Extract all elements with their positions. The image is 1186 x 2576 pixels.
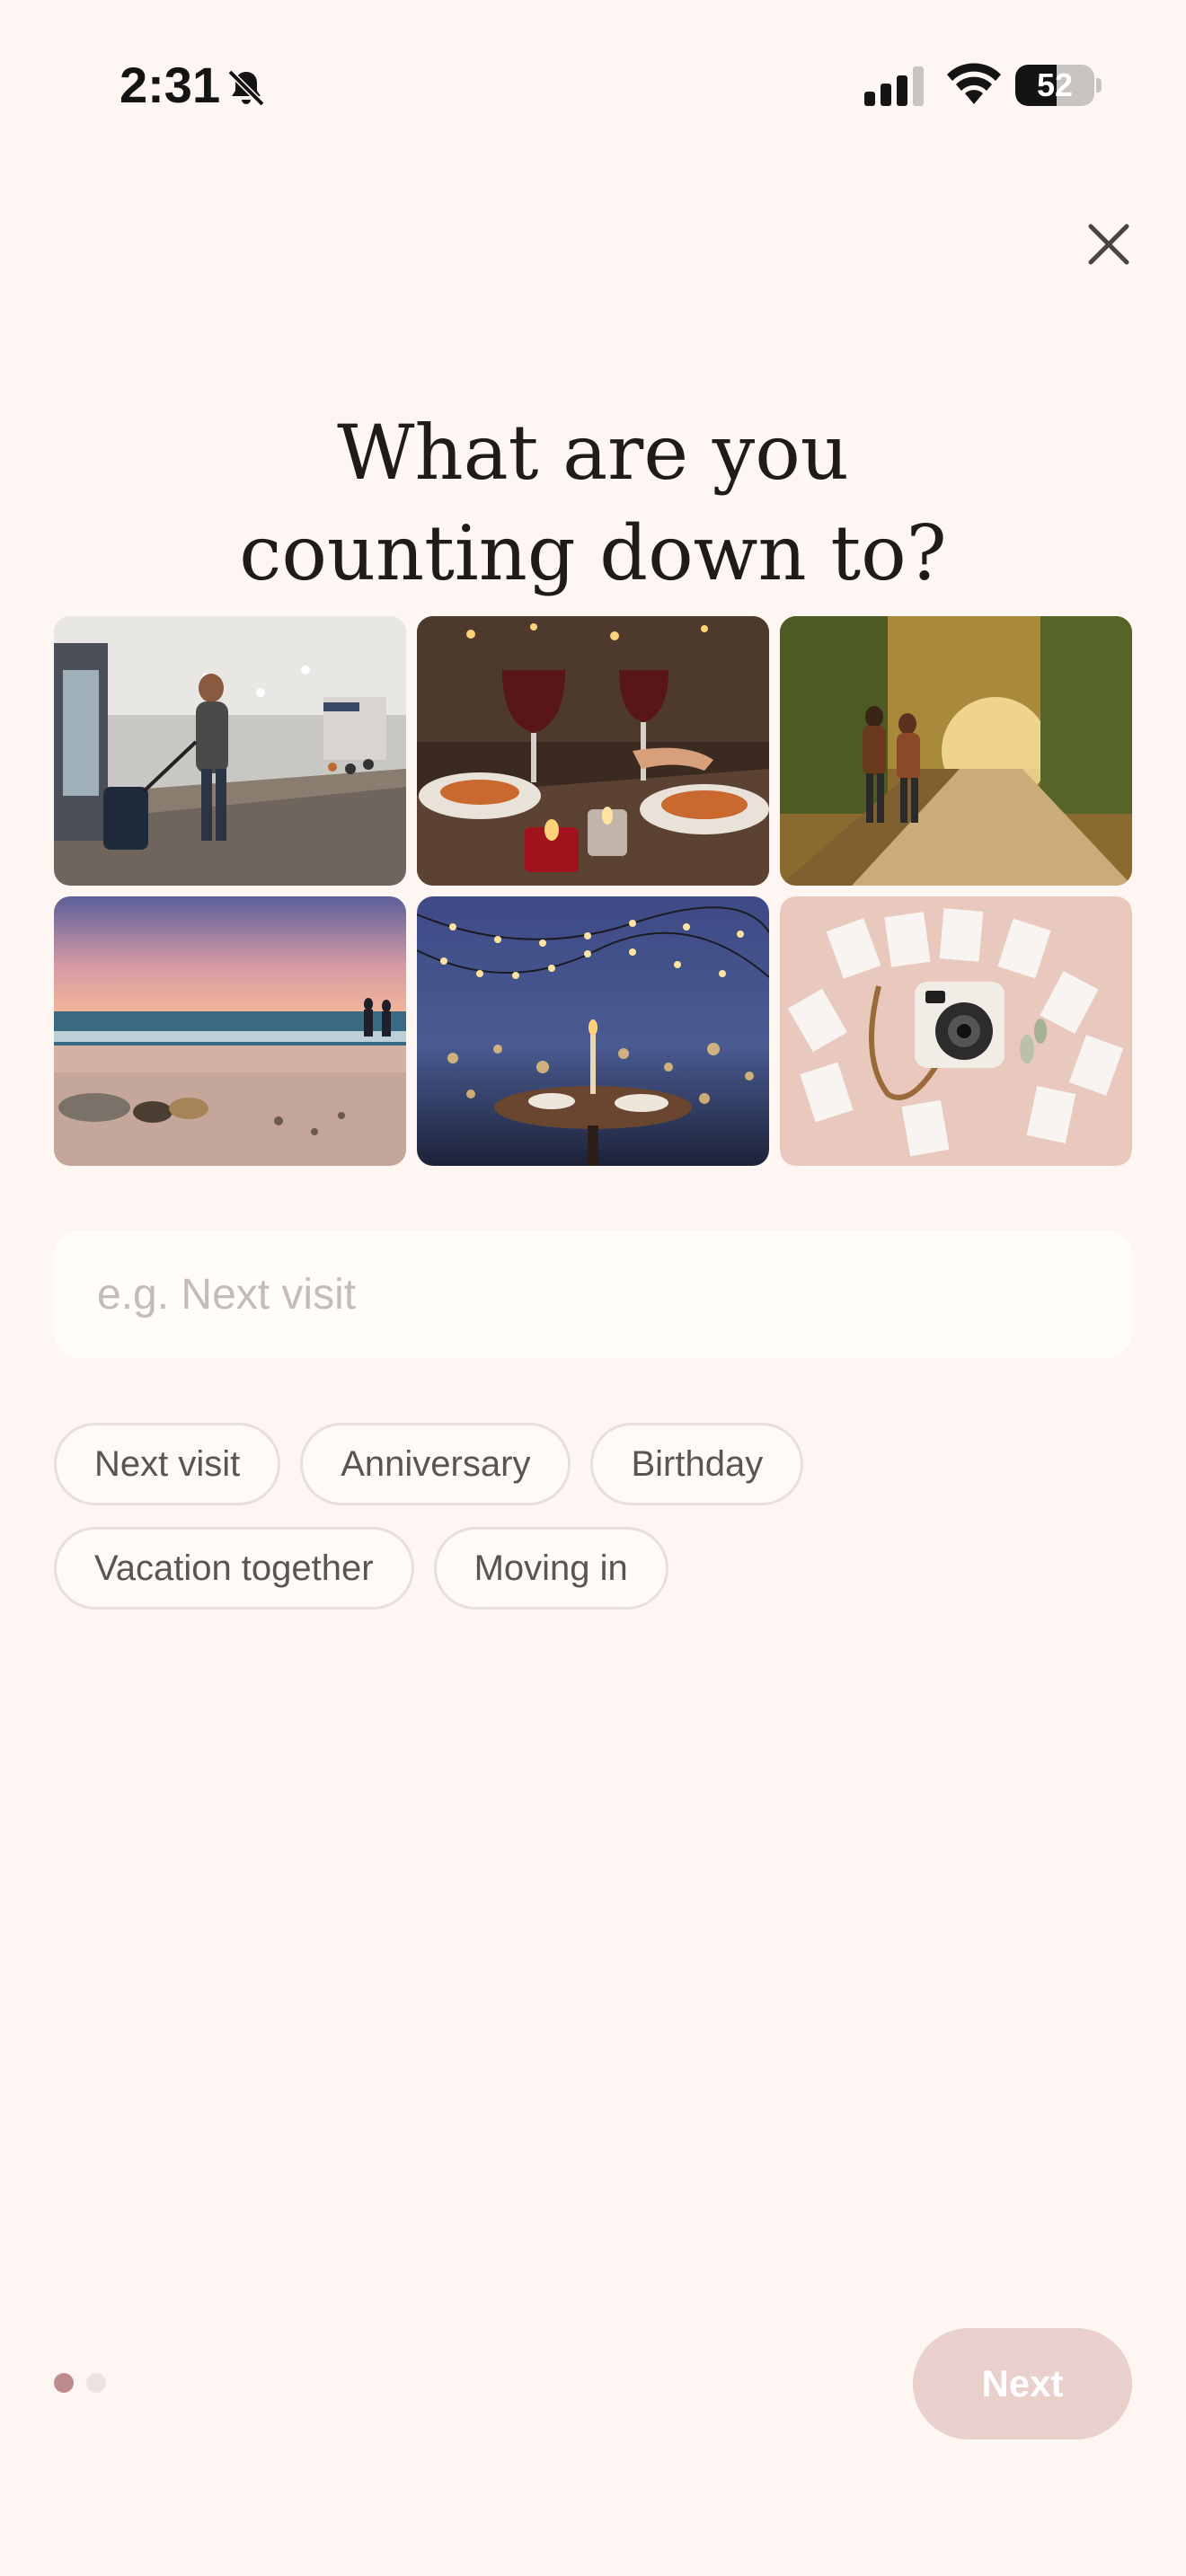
- photo-tile-traveler-airport[interactable]: [54, 616, 406, 886]
- photo-tile-rooftop-string-lights[interactable]: [417, 896, 769, 1166]
- chip-vacation-together[interactable]: Vacation together: [54, 1527, 414, 1610]
- chip-birthday[interactable]: Birthday: [590, 1423, 804, 1505]
- page-indicator: [54, 2373, 106, 2395]
- suggestion-chips: Next visit Anniversary Birthday Vacation…: [54, 1423, 1132, 1631]
- countdown-name-field[interactable]: [54, 1231, 1132, 1358]
- chip-row-2: Vacation together Moving in: [54, 1527, 1132, 1610]
- photo-tile-instant-camera-photos[interactable]: [780, 896, 1132, 1166]
- page-title: What are you counting down to?: [0, 402, 1186, 604]
- page-dot-2: [86, 2373, 106, 2393]
- status-bar: 2:31 52: [0, 0, 1186, 171]
- photo-grid: [54, 616, 1132, 1166]
- chip-next-visit[interactable]: Next visit: [54, 1423, 281, 1505]
- photo-tile-beach-sunset[interactable]: [54, 896, 406, 1166]
- photo-tile-couple-autumn-walk[interactable]: [780, 616, 1132, 886]
- chip-row-1: Next visit Anniversary Birthday: [54, 1423, 1132, 1505]
- next-button[interactable]: Next: [913, 2328, 1132, 2439]
- page-dot-1: [54, 2373, 74, 2393]
- status-time: 2:31: [119, 57, 221, 113]
- wifi-icon: [947, 63, 1001, 104]
- chip-moving-in[interactable]: Moving in: [433, 1527, 668, 1610]
- bell-muted-icon: [227, 69, 265, 107]
- title-line-2: counting down to?: [239, 509, 947, 598]
- photo-tile-candlelit-dinner[interactable]: [417, 616, 769, 886]
- battery-icon: 52: [1015, 65, 1102, 108]
- battery-level: 52: [1036, 66, 1074, 103]
- cellular-signal-icon: [864, 66, 924, 106]
- chip-anniversary[interactable]: Anniversary: [300, 1423, 571, 1505]
- countdown-name-input[interactable]: [54, 1231, 1132, 1358]
- title-line-1: What are you: [337, 409, 849, 498]
- close-icon[interactable]: [1084, 219, 1134, 269]
